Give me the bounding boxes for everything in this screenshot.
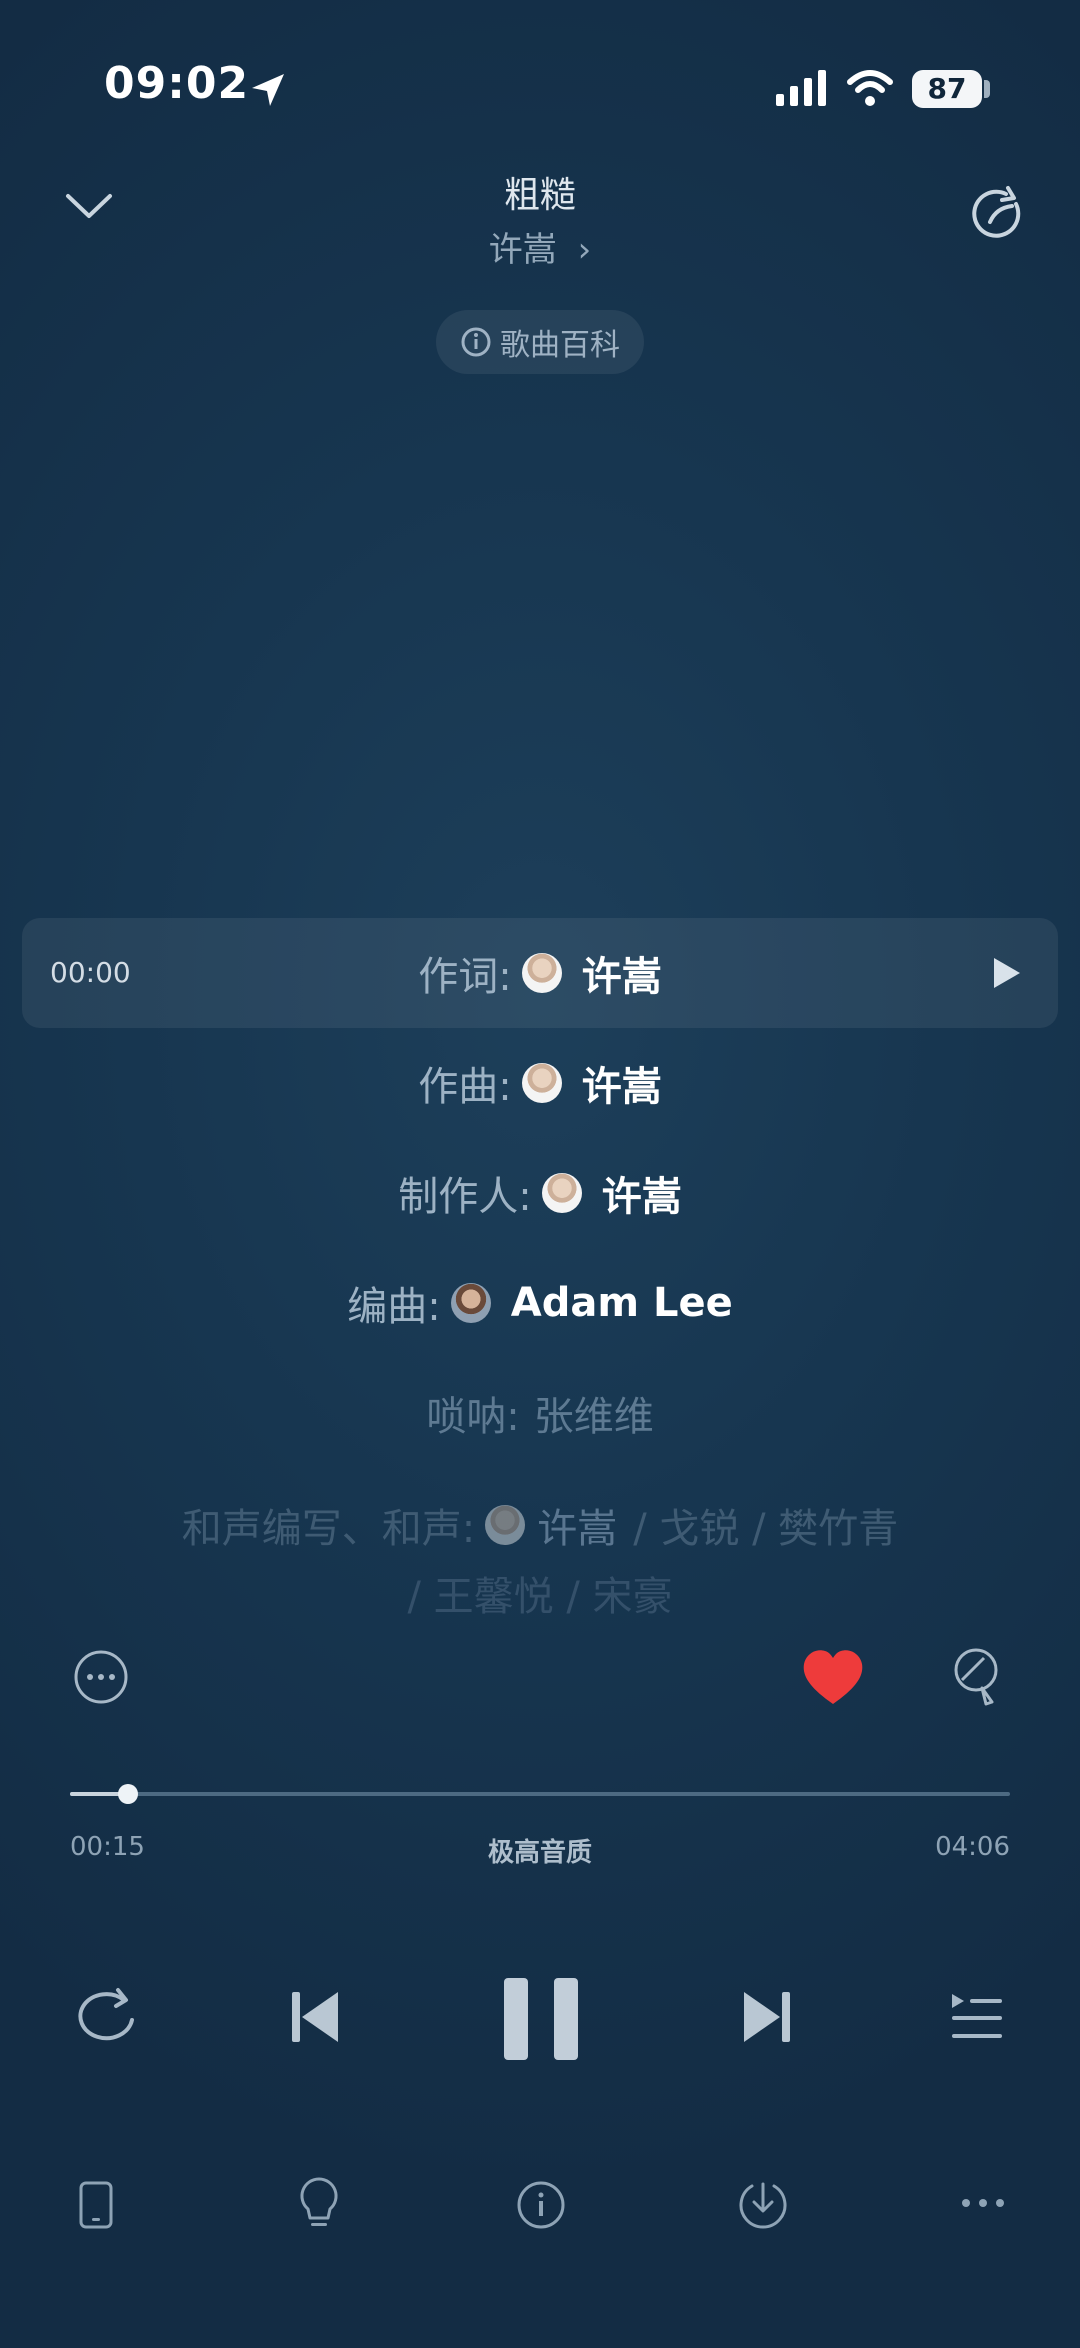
song-title: 粗糙: [503, 175, 576, 216]
info-circle-icon: [461, 327, 491, 357]
avatar[interactable]: [521, 1063, 562, 1103]
location-icon: [248, 70, 288, 110]
credit-row-producer: 制作人: 许嵩: [398, 1173, 682, 1220]
avatar[interactable]: [521, 953, 562, 993]
credit-row-suona: 唢呐: 张维维: [426, 1394, 654, 1440]
repeat-icon[interactable]: [74, 1986, 138, 2046]
download-icon[interactable]: [738, 2176, 788, 2230]
pause-icon[interactable]: [504, 1978, 578, 2060]
song-wiki-button[interactable]: 歌曲百科: [436, 310, 644, 374]
quality-button[interactable]: 极高音质: [0, 1832, 1080, 1869]
credit-row-harmony-cont: / 王馨悦 / 宋豪: [407, 1574, 673, 1620]
previous-icon[interactable]: [290, 1990, 342, 2044]
credit-row-arranger: 编曲: Adam Lee: [347, 1280, 733, 1330]
avatar[interactable]: [450, 1283, 491, 1323]
wifi-icon: [846, 68, 894, 108]
credit-row-composer: 作曲: 许嵩: [418, 1063, 662, 1110]
status-time: 09:02: [104, 58, 250, 109]
credit-row-harmony: 和声编写、和声: 许嵩 / 戈锐 / 樊竹青: [181, 1505, 899, 1552]
comment-icon[interactable]: [948, 1646, 1004, 1710]
device-icon[interactable]: [78, 2180, 114, 2230]
playlist-icon[interactable]: [950, 1992, 1004, 2042]
battery-icon: 87: [912, 70, 982, 108]
heart-icon[interactable]: [800, 1648, 866, 1708]
artist-link[interactable]: 许嵩 ›: [0, 222, 1080, 271]
artist-name: 许嵩: [488, 230, 557, 270]
next-icon[interactable]: [740, 1990, 792, 2044]
more-icon[interactable]: [960, 2196, 1006, 2210]
chevron-right-icon: ›: [577, 230, 592, 270]
share-icon[interactable]: [968, 184, 1028, 244]
lightbulb-icon[interactable]: [298, 2176, 340, 2232]
credit-row-lyricist: 作词: 许嵩: [418, 953, 662, 1000]
wiki-label: 歌曲百科: [500, 328, 620, 363]
progress-handle[interactable]: [118, 1784, 139, 1804]
avatar[interactable]: [485, 1505, 526, 1545]
avatar[interactable]: [541, 1173, 582, 1213]
battery-tip: [984, 80, 990, 98]
signal-icon: [774, 70, 830, 108]
info-icon[interactable]: [516, 2180, 566, 2230]
more-circle-icon[interactable]: [72, 1648, 130, 1706]
total-duration: 04:06: [935, 1832, 1010, 1862]
progress-track[interactable]: [70, 1792, 1010, 1796]
